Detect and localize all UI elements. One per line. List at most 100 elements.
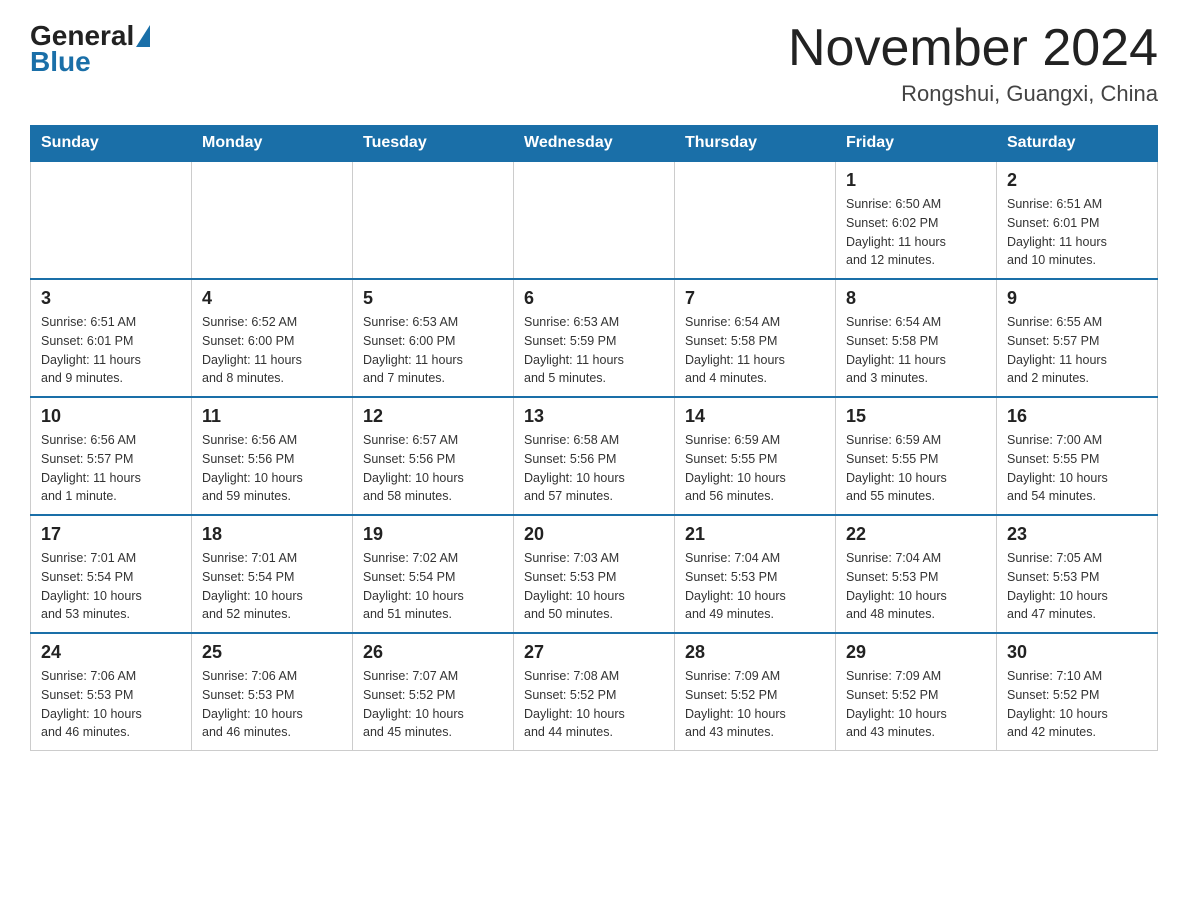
col-header-monday: Monday bbox=[192, 126, 353, 162]
col-header-friday: Friday bbox=[836, 126, 997, 162]
day-info: Sunrise: 6:53 AM Sunset: 5:59 PM Dayligh… bbox=[524, 313, 664, 388]
day-number: 2 bbox=[1007, 170, 1147, 191]
calendar-table: SundayMondayTuesdayWednesdayThursdayFrid… bbox=[30, 125, 1158, 751]
day-number: 20 bbox=[524, 524, 664, 545]
day-number: 1 bbox=[846, 170, 986, 191]
day-info: Sunrise: 7:06 AM Sunset: 5:53 PM Dayligh… bbox=[202, 667, 342, 742]
logo-blue-text: Blue bbox=[30, 46, 91, 77]
day-info: Sunrise: 7:01 AM Sunset: 5:54 PM Dayligh… bbox=[41, 549, 181, 624]
col-header-wednesday: Wednesday bbox=[514, 126, 675, 162]
day-number: 5 bbox=[363, 288, 503, 309]
day-number: 28 bbox=[685, 642, 825, 663]
week-row-4: 17 Sunrise: 7:01 AM Sunset: 5:54 PM Dayli… bbox=[31, 515, 1158, 633]
calendar-cell: 18 Sunrise: 7:01 AM Sunset: 5:54 PM Dayli… bbox=[192, 515, 353, 633]
calendar-cell: 23Sunrise: 7:05 AM Sunset: 5:53 PM Dayli… bbox=[997, 515, 1158, 633]
calendar-cell: 10 Sunrise: 6:56 AM Sunset: 5:57 PM Dayli… bbox=[31, 397, 192, 515]
day-info: Sunrise: 7:03 AM Sunset: 5:53 PM Dayligh… bbox=[524, 549, 664, 624]
calendar-cell: 3Sunrise: 6:51 AM Sunset: 6:01 PM Daylig… bbox=[31, 279, 192, 397]
day-info: Sunrise: 6:56 AM Sunset: 5:57 PM Dayligh… bbox=[41, 431, 181, 506]
day-info: Sunrise: 6:53 AM Sunset: 6:00 PM Dayligh… bbox=[363, 313, 503, 388]
calendar-cell: 11 Sunrise: 6:56 AM Sunset: 5:56 PM Dayli… bbox=[192, 397, 353, 515]
calendar-cell: 7 Sunrise: 6:54 AM Sunset: 5:58 PM Daylig… bbox=[675, 279, 836, 397]
calendar-cell: 24 Sunrise: 7:06 AM Sunset: 5:53 PM Dayli… bbox=[31, 633, 192, 751]
calendar-cell: 4 Sunrise: 6:52 AM Sunset: 6:00 PM Daylig… bbox=[192, 279, 353, 397]
day-info: Sunrise: 6:50 AM Sunset: 6:02 PM Dayligh… bbox=[846, 195, 986, 270]
day-info: Sunrise: 7:06 AM Sunset: 5:53 PM Dayligh… bbox=[41, 667, 181, 742]
day-info: Sunrise: 7:07 AM Sunset: 5:52 PM Dayligh… bbox=[363, 667, 503, 742]
day-info: Sunrise: 6:59 AM Sunset: 5:55 PM Dayligh… bbox=[685, 431, 825, 506]
week-row-3: 10 Sunrise: 6:56 AM Sunset: 5:57 PM Dayli… bbox=[31, 397, 1158, 515]
day-info: Sunrise: 7:09 AM Sunset: 5:52 PM Dayligh… bbox=[846, 667, 986, 742]
day-info: Sunrise: 6:56 AM Sunset: 5:56 PM Dayligh… bbox=[202, 431, 342, 506]
calendar-cell bbox=[192, 161, 353, 279]
calendar-cell: 13Sunrise: 6:58 AM Sunset: 5:56 PM Dayli… bbox=[514, 397, 675, 515]
day-number: 8 bbox=[846, 288, 986, 309]
calendar-cell bbox=[514, 161, 675, 279]
day-number: 15 bbox=[846, 406, 986, 427]
day-number: 13 bbox=[524, 406, 664, 427]
day-info: Sunrise: 6:57 AM Sunset: 5:56 PM Dayligh… bbox=[363, 431, 503, 506]
calendar-cell: 19 Sunrise: 7:02 AM Sunset: 5:54 PM Dayli… bbox=[353, 515, 514, 633]
calendar-cell: 15 Sunrise: 6:59 AM Sunset: 5:55 PM Dayli… bbox=[836, 397, 997, 515]
day-info: Sunrise: 7:01 AM Sunset: 5:54 PM Dayligh… bbox=[202, 549, 342, 624]
day-info: Sunrise: 7:09 AM Sunset: 5:52 PM Dayligh… bbox=[685, 667, 825, 742]
day-number: 21 bbox=[685, 524, 825, 545]
header-row: SundayMondayTuesdayWednesdayThursdayFrid… bbox=[31, 126, 1158, 162]
day-info: Sunrise: 7:02 AM Sunset: 5:54 PM Dayligh… bbox=[363, 549, 503, 624]
title-area: November 2024 Rongshui, Guangxi, China bbox=[788, 20, 1158, 107]
day-number: 12 bbox=[363, 406, 503, 427]
day-info: Sunrise: 6:54 AM Sunset: 5:58 PM Dayligh… bbox=[685, 313, 825, 388]
day-number: 10 bbox=[41, 406, 181, 427]
day-info: Sunrise: 6:52 AM Sunset: 6:00 PM Dayligh… bbox=[202, 313, 342, 388]
calendar-cell: 2 Sunrise: 6:51 AM Sunset: 6:01 PM Daylig… bbox=[997, 161, 1158, 279]
day-number: 14 bbox=[685, 406, 825, 427]
calendar-cell: 6Sunrise: 6:53 AM Sunset: 5:59 PM Daylig… bbox=[514, 279, 675, 397]
calendar-title: November 2024 bbox=[788, 20, 1158, 77]
calendar-cell: 12 Sunrise: 6:57 AM Sunset: 5:56 PM Dayli… bbox=[353, 397, 514, 515]
header: General Blue November 2024 Rongshui, Gua… bbox=[30, 20, 1158, 107]
day-info: Sunrise: 7:08 AM Sunset: 5:52 PM Dayligh… bbox=[524, 667, 664, 742]
day-info: Sunrise: 7:10 AM Sunset: 5:52 PM Dayligh… bbox=[1007, 667, 1147, 742]
day-info: Sunrise: 6:51 AM Sunset: 6:01 PM Dayligh… bbox=[1007, 195, 1147, 270]
week-row-1: 1 Sunrise: 6:50 AM Sunset: 6:02 PM Daylig… bbox=[31, 161, 1158, 279]
day-number: 16 bbox=[1007, 406, 1147, 427]
col-header-sunday: Sunday bbox=[31, 126, 192, 162]
day-number: 11 bbox=[202, 406, 342, 427]
calendar-cell: 30Sunrise: 7:10 AM Sunset: 5:52 PM Dayli… bbox=[997, 633, 1158, 751]
day-number: 18 bbox=[202, 524, 342, 545]
day-info: Sunrise: 7:04 AM Sunset: 5:53 PM Dayligh… bbox=[846, 549, 986, 624]
day-info: Sunrise: 6:51 AM Sunset: 6:01 PM Dayligh… bbox=[41, 313, 181, 388]
calendar-cell: 25 Sunrise: 7:06 AM Sunset: 5:53 PM Dayli… bbox=[192, 633, 353, 751]
calendar-cell: 21 Sunrise: 7:04 AM Sunset: 5:53 PM Dayli… bbox=[675, 515, 836, 633]
calendar-cell: 14 Sunrise: 6:59 AM Sunset: 5:55 PM Dayli… bbox=[675, 397, 836, 515]
day-number: 26 bbox=[363, 642, 503, 663]
week-row-2: 3Sunrise: 6:51 AM Sunset: 6:01 PM Daylig… bbox=[31, 279, 1158, 397]
col-header-thursday: Thursday bbox=[675, 126, 836, 162]
logo-area: General Blue bbox=[30, 20, 152, 78]
day-number: 22 bbox=[846, 524, 986, 545]
day-number: 19 bbox=[363, 524, 503, 545]
calendar-cell: 1 Sunrise: 6:50 AM Sunset: 6:02 PM Daylig… bbox=[836, 161, 997, 279]
calendar-cell bbox=[31, 161, 192, 279]
day-number: 24 bbox=[41, 642, 181, 663]
calendar-cell bbox=[675, 161, 836, 279]
calendar-cell: 29 Sunrise: 7:09 AM Sunset: 5:52 PM Dayli… bbox=[836, 633, 997, 751]
day-number: 4 bbox=[202, 288, 342, 309]
day-number: 29 bbox=[846, 642, 986, 663]
day-number: 17 bbox=[41, 524, 181, 545]
calendar-subtitle: Rongshui, Guangxi, China bbox=[788, 81, 1158, 107]
day-info: Sunrise: 6:54 AM Sunset: 5:58 PM Dayligh… bbox=[846, 313, 986, 388]
calendar-cell: 26 Sunrise: 7:07 AM Sunset: 5:52 PM Dayli… bbox=[353, 633, 514, 751]
calendar-cell: 27Sunrise: 7:08 AM Sunset: 5:52 PM Dayli… bbox=[514, 633, 675, 751]
calendar-cell: 16Sunrise: 7:00 AM Sunset: 5:55 PM Dayli… bbox=[997, 397, 1158, 515]
calendar-cell: 8 Sunrise: 6:54 AM Sunset: 5:58 PM Daylig… bbox=[836, 279, 997, 397]
week-row-5: 24 Sunrise: 7:06 AM Sunset: 5:53 PM Dayli… bbox=[31, 633, 1158, 751]
day-number: 9 bbox=[1007, 288, 1147, 309]
calendar-cell: 20 Sunrise: 7:03 AM Sunset: 5:53 PM Dayli… bbox=[514, 515, 675, 633]
day-number: 7 bbox=[685, 288, 825, 309]
day-info: Sunrise: 7:04 AM Sunset: 5:53 PM Dayligh… bbox=[685, 549, 825, 624]
calendar-cell: 9Sunrise: 6:55 AM Sunset: 5:57 PM Daylig… bbox=[997, 279, 1158, 397]
calendar-cell: 17 Sunrise: 7:01 AM Sunset: 5:54 PM Dayli… bbox=[31, 515, 192, 633]
day-number: 25 bbox=[202, 642, 342, 663]
day-info: Sunrise: 6:59 AM Sunset: 5:55 PM Dayligh… bbox=[846, 431, 986, 506]
